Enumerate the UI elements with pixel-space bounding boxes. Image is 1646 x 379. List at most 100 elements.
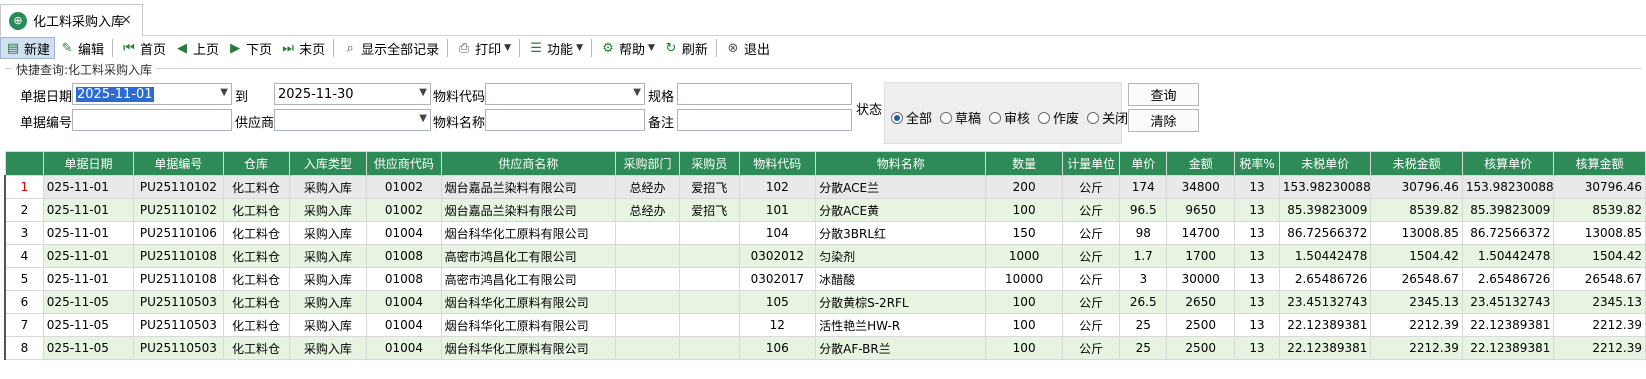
new-button[interactable]: ▤ 新建 bbox=[0, 37, 56, 59]
edit-button[interactable]: ✎ 编辑 bbox=[55, 37, 108, 59]
cell-unit[interactable]: 公斤 bbox=[1061, 175, 1121, 199]
cell-doc-date[interactable]: 025-11-05 bbox=[42, 336, 135, 360]
cell-doc-date[interactable]: 025-11-01 bbox=[42, 221, 135, 245]
status-draft-radio[interactable]: 草稿 bbox=[940, 108, 981, 127]
chevron-down-icon[interactable]: ▼ bbox=[419, 113, 427, 124]
cell-purchase-dept[interactable] bbox=[615, 244, 680, 268]
chevron-down-icon[interactable]: ▼ bbox=[633, 87, 641, 98]
table-row[interactable]: 1 025-11-01 PU25110102 化工料仓 采购入库 01002 烟台嘉品兰染料… bbox=[3, 175, 1646, 199]
cell-doc-date[interactable]: 025-11-01 bbox=[42, 175, 135, 199]
cell-material-name[interactable]: 分散黄棕S-2RFL bbox=[815, 290, 987, 314]
cell-buyer[interactable] bbox=[678, 336, 740, 360]
tab-purchase-inbound[interactable]: ⊕ 化工料采购入库 × bbox=[0, 4, 143, 36]
status-closed-radio[interactable]: 关闭 bbox=[1087, 108, 1128, 127]
column-header-material-name[interactable]: 物料名称 bbox=[815, 151, 987, 176]
cell-unit[interactable]: 公斤 bbox=[1061, 290, 1121, 314]
cell-buyer[interactable] bbox=[678, 313, 740, 337]
cell-supplier-name[interactable]: 烟台科华化工原料有限公司 bbox=[440, 336, 617, 360]
cell-material-name[interactable]: 分散3BRL红 bbox=[815, 221, 987, 245]
help-button[interactable]: ⚙ 帮助 ▼ bbox=[596, 37, 659, 59]
cell-pretax-unit-price[interactable]: 22.12389381 bbox=[1278, 313, 1372, 337]
material-code-field[interactable]: ▼ bbox=[485, 83, 645, 105]
cell-pretax-unit-price[interactable]: 22.12389381 bbox=[1278, 336, 1372, 360]
cell-doc-no[interactable]: PU25110503 bbox=[133, 313, 224, 337]
cell-warehouse[interactable]: 化工料仓 bbox=[222, 175, 290, 199]
row-number[interactable]: 8 bbox=[3, 336, 44, 360]
cell-warehouse[interactable]: 化工料仓 bbox=[222, 336, 290, 360]
cell-costing-amount[interactable]: 30796.46 bbox=[1553, 175, 1646, 199]
column-header-supplier-code[interactable]: 供应商代码 bbox=[366, 151, 442, 176]
status-void-radio[interactable]: 作废 bbox=[1038, 108, 1079, 127]
table-row[interactable]: 2 025-11-01 PU25110102 化工料仓 采购入库 01002 烟台嘉品兰染料… bbox=[3, 198, 1646, 222]
cell-material-code[interactable]: 105 bbox=[738, 290, 817, 314]
cell-pretax-amount[interactable]: 2212.39 bbox=[1370, 336, 1463, 360]
spec-field[interactable] bbox=[677, 83, 852, 105]
cell-costing-amount[interactable]: 1504.42 bbox=[1553, 244, 1646, 268]
cell-inbound-type[interactable]: 采购入库 bbox=[288, 336, 368, 360]
cell-buyer[interactable] bbox=[678, 244, 740, 268]
table-row[interactable]: 8 025-11-05 PU25110503 化工料仓 采购入库 01004 烟台科华化工原… bbox=[3, 336, 1646, 360]
cell-costing-amount[interactable]: 13008.85 bbox=[1553, 221, 1646, 245]
cell-unit-price[interactable]: 25 bbox=[1119, 336, 1168, 360]
cell-unit[interactable]: 公斤 bbox=[1061, 221, 1121, 245]
cell-doc-no[interactable]: PU25110106 bbox=[133, 221, 224, 245]
column-header-inbound-type[interactable]: 入库类型 bbox=[288, 151, 368, 176]
cell-pretax-amount[interactable]: 1504.42 bbox=[1370, 244, 1463, 268]
cell-unit-price[interactable]: 25 bbox=[1119, 313, 1168, 337]
cell-warehouse[interactable]: 化工料仓 bbox=[222, 267, 290, 291]
cell-unit[interactable]: 公斤 bbox=[1061, 336, 1121, 360]
cell-purchase-dept[interactable]: 总经办 bbox=[615, 175, 680, 199]
cell-inbound-type[interactable]: 采购入库 bbox=[288, 267, 368, 291]
supplier-field[interactable]: ▼ bbox=[274, 109, 431, 131]
cell-inbound-type[interactable]: 采购入库 bbox=[288, 221, 368, 245]
cell-quantity[interactable]: 100 bbox=[985, 336, 1063, 360]
cell-unit-price[interactable]: 174 bbox=[1119, 175, 1168, 199]
table-row[interactable]: 6 025-11-05 PU25110503 化工料仓 采购入库 01004 烟台科华化工原… bbox=[3, 290, 1646, 314]
cell-doc-date[interactable]: 025-11-05 bbox=[42, 290, 135, 314]
cell-doc-no[interactable]: PU25110108 bbox=[133, 244, 224, 268]
cell-unit-price[interactable]: 96.5 bbox=[1119, 198, 1168, 222]
cell-unit[interactable]: 公斤 bbox=[1061, 244, 1121, 268]
cell-quantity[interactable]: 1000 bbox=[985, 244, 1063, 268]
prev-page-button[interactable]: ◀ 上页 bbox=[170, 37, 223, 59]
chevron-down-icon[interactable]: ▼ bbox=[419, 87, 427, 98]
cell-quantity[interactable]: 200 bbox=[985, 175, 1063, 199]
cell-pretax-amount[interactable]: 2212.39 bbox=[1370, 313, 1463, 337]
cell-tax-rate[interactable]: 13 bbox=[1234, 336, 1280, 360]
cell-unit[interactable]: 公斤 bbox=[1061, 198, 1121, 222]
column-header-warehouse[interactable]: 仓库 bbox=[222, 151, 290, 176]
cell-material-code[interactable]: 101 bbox=[738, 198, 817, 222]
cell-tax-rate[interactable]: 13 bbox=[1234, 290, 1280, 314]
cell-pretax-unit-price[interactable]: 86.72566372 bbox=[1278, 221, 1372, 245]
cell-costing-unit-price[interactable]: 153.98230088 bbox=[1461, 175, 1555, 199]
column-header-tax-rate[interactable]: 税率% bbox=[1234, 151, 1280, 176]
cell-material-name[interactable]: 冰醋酸 bbox=[815, 267, 987, 291]
cell-pretax-unit-price[interactable]: 1.50442478 bbox=[1278, 244, 1372, 268]
cell-amount[interactable]: 30000 bbox=[1166, 267, 1236, 291]
clear-button[interactable]: 清除 bbox=[1128, 109, 1199, 132]
cell-unit-price[interactable]: 1.7 bbox=[1119, 244, 1168, 268]
cell-costing-unit-price[interactable]: 86.72566372 bbox=[1461, 221, 1555, 245]
cell-tax-rate[interactable]: 13 bbox=[1234, 244, 1280, 268]
cell-quantity[interactable]: 100 bbox=[985, 313, 1063, 337]
cell-purchase-dept[interactable]: 总经办 bbox=[615, 198, 680, 222]
cell-warehouse[interactable]: 化工料仓 bbox=[222, 313, 290, 337]
cell-amount[interactable]: 14700 bbox=[1166, 221, 1236, 245]
column-header-pretax-unit-price[interactable]: 未税单价 bbox=[1278, 151, 1372, 176]
cell-warehouse[interactable]: 化工料仓 bbox=[222, 221, 290, 245]
cell-pretax-unit-price[interactable]: 153.98230088 bbox=[1278, 175, 1372, 199]
cell-quantity[interactable]: 150 bbox=[985, 221, 1063, 245]
query-button[interactable]: 查询 bbox=[1128, 83, 1199, 106]
cell-pretax-amount[interactable]: 8539.82 bbox=[1370, 198, 1463, 222]
show-all-records-button[interactable]: ⌕ 显示全部记录 bbox=[338, 37, 443, 59]
cell-purchase-dept[interactable] bbox=[615, 313, 680, 337]
cell-amount[interactable]: 2500 bbox=[1166, 313, 1236, 337]
status-all-radio[interactable]: 全部 bbox=[891, 108, 932, 127]
cell-supplier-code[interactable]: 01004 bbox=[366, 336, 442, 360]
column-header-unit-price[interactable]: 单价 bbox=[1119, 151, 1168, 176]
cell-doc-no[interactable]: PU25110102 bbox=[133, 175, 224, 199]
cell-material-name[interactable]: 分散ACE兰 bbox=[815, 175, 987, 199]
cell-costing-amount[interactable]: 2345.13 bbox=[1553, 290, 1646, 314]
cell-material-name[interactable]: 活性艳兰HW-R bbox=[815, 313, 987, 337]
row-number[interactable]: 1 bbox=[3, 175, 44, 199]
